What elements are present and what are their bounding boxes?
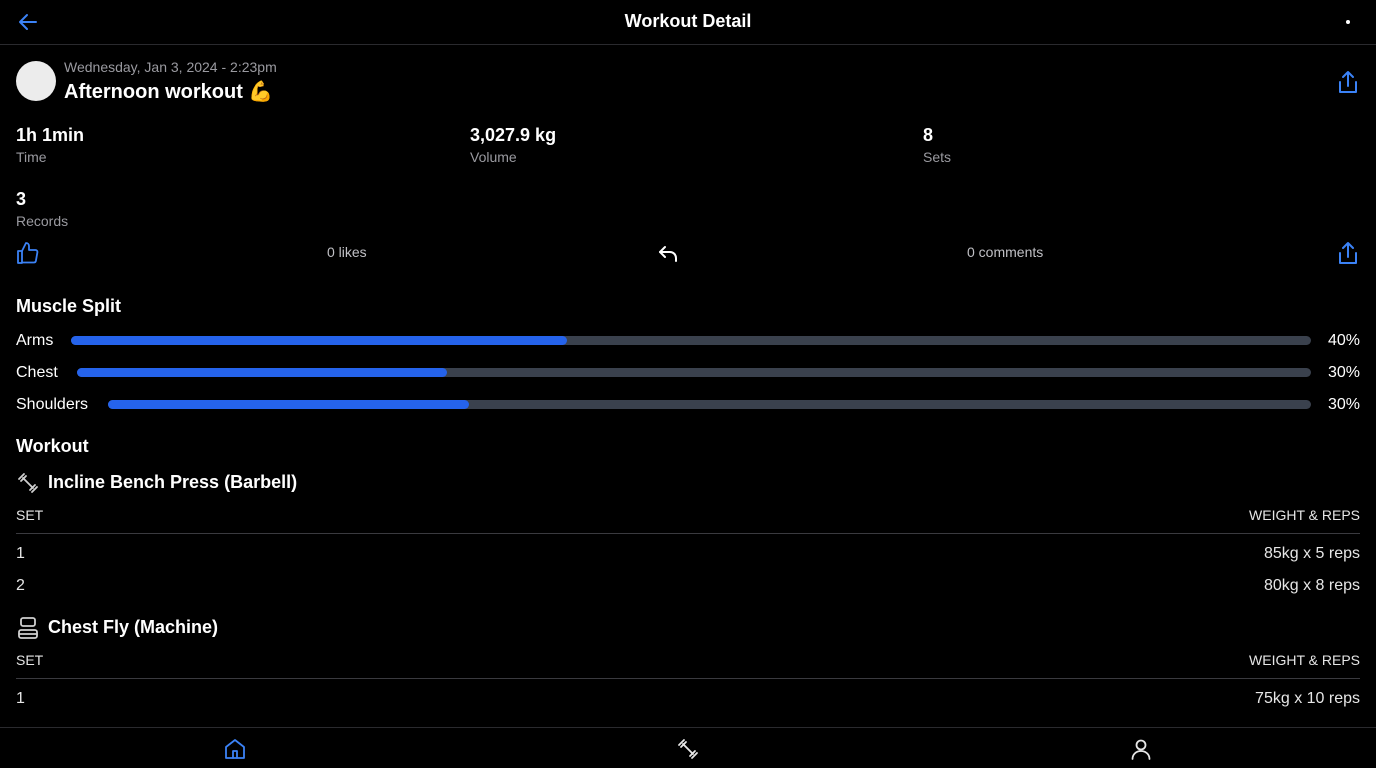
- muscle-percent: 40%: [1327, 332, 1360, 349]
- set-weight-reps: 85kg x 5 reps: [1263, 545, 1360, 562]
- set-row: 1 85kg x 5 reps: [16, 545, 1360, 565]
- divider: [16, 533, 1360, 534]
- stat-volume-label: Volume: [470, 149, 517, 165]
- muscle-percent: 30%: [1327, 364, 1360, 381]
- stat-sets: 8 Sets: [923, 124, 951, 165]
- stat-time: 1h 1min Time: [16, 124, 84, 165]
- column-header-set: SET: [16, 507, 44, 523]
- workout-title: Afternoon workout 💪: [64, 81, 274, 103]
- workout-section-title: Workout: [16, 436, 89, 456]
- workout-datetime: Wednesday, Jan 3, 2024 - 2:23pm: [64, 59, 277, 75]
- share-icon[interactable]: [1336, 240, 1360, 266]
- progress-fill: [71, 336, 567, 345]
- column-header-set: SET: [16, 652, 44, 668]
- column-header-weight-reps: WEIGHT & REPS: [1249, 652, 1360, 668]
- muscle-split-row-arms: Arms 40%: [16, 331, 1360, 351]
- set-weight-reps: 80kg x 8 reps: [1263, 577, 1360, 594]
- share-icon[interactable]: [1336, 69, 1360, 95]
- more-dot-icon[interactable]: [1346, 20, 1350, 24]
- muscle-name: Chest: [16, 364, 58, 381]
- page-title: Workout Detail: [624, 11, 752, 31]
- stat-volume: 3,027.9 kg Volume: [470, 124, 556, 165]
- set-number: 1: [16, 690, 25, 707]
- likes-count[interactable]: 0 likes: [327, 244, 367, 260]
- stat-time-label: Time: [16, 149, 47, 165]
- bottom-nav: [0, 727, 1376, 768]
- set-row: 1 75kg x 10 reps: [16, 690, 1360, 710]
- barbell-icon: [18, 473, 38, 493]
- stat-volume-value: 3,027.9 kg: [470, 125, 557, 145]
- muscle-split-row-chest: Chest 30%: [16, 363, 1360, 383]
- workout-detail-screen: Workout Detail Wednesday, Jan 3, 2024 - …: [0, 0, 1376, 768]
- muscle-percent: 30%: [1327, 396, 1360, 413]
- progress-bar: [108, 400, 1311, 409]
- progress-bar: [71, 336, 1311, 345]
- set-number: 1: [16, 545, 25, 562]
- set-weight-reps: 75kg x 10 reps: [1255, 690, 1360, 707]
- muscle-name: Shoulders: [16, 396, 89, 413]
- machine-icon: [18, 617, 38, 639]
- stat-sets-value: 8: [923, 125, 934, 145]
- divider: [16, 678, 1360, 679]
- progress-fill: [108, 400, 469, 409]
- profile-icon[interactable]: [1129, 737, 1153, 761]
- set-row: 2 80kg x 8 reps: [16, 577, 1360, 597]
- set-table-header: SET WEIGHT & REPS: [16, 507, 1360, 527]
- progress-bar: [77, 368, 1311, 377]
- exercise-name[interactable]: Incline Bench Press (Barbell): [48, 472, 297, 493]
- stat-records-label: Records: [16, 213, 69, 229]
- progress-fill: [77, 368, 448, 377]
- top-header: Workout Detail: [0, 0, 1376, 45]
- muscle-name: Arms: [16, 332, 54, 349]
- muscle-split-title: Muscle Split: [16, 296, 122, 316]
- thumbs-up-icon[interactable]: [16, 241, 40, 265]
- stat-time-value: 1h 1min: [16, 125, 85, 145]
- reply-icon[interactable]: [656, 243, 680, 265]
- stat-records-value: 3: [16, 189, 27, 209]
- muscle-split-row-shoulders: Shoulders 30%: [16, 395, 1360, 415]
- dumbbell-icon[interactable]: [676, 737, 700, 761]
- home-icon[interactable]: [223, 737, 247, 761]
- column-header-weight-reps: WEIGHT & REPS: [1249, 507, 1360, 523]
- set-table-header: SET WEIGHT & REPS: [16, 652, 1360, 672]
- exercise-name[interactable]: Chest Fly (Machine): [48, 617, 218, 638]
- set-number: 2: [16, 577, 25, 594]
- avatar[interactable]: [16, 61, 56, 101]
- comments-count[interactable]: 0 comments: [967, 244, 1043, 260]
- stat-records: 3 Records: [16, 188, 68, 229]
- stat-sets-label: Sets: [923, 149, 952, 165]
